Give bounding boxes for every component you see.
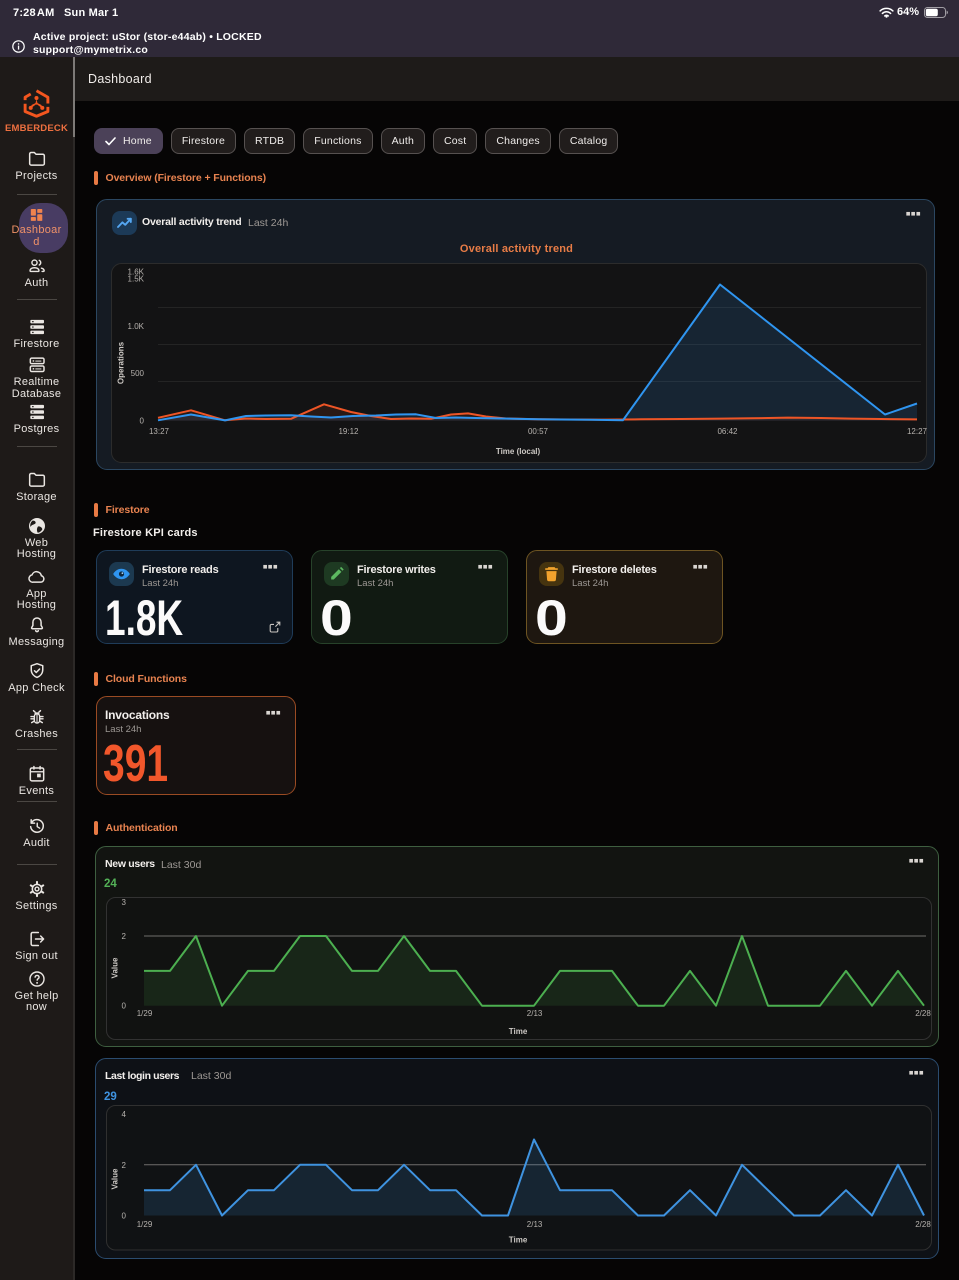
svg-text:2: 2 (122, 1160, 127, 1169)
svg-text:1.5K: 1.5K (128, 275, 145, 284)
svg-text:0: 0 (122, 1002, 127, 1011)
svg-text:3: 3 (122, 898, 127, 907)
svg-text:00:57: 00:57 (528, 427, 549, 436)
svg-text:1.0K: 1.0K (128, 322, 145, 331)
svg-text:12:27: 12:27 (907, 427, 928, 436)
svg-text:06:42: 06:42 (717, 427, 738, 436)
svg-text:1/29: 1/29 (137, 1009, 153, 1018)
svg-text:2: 2 (122, 932, 127, 941)
svg-text:500: 500 (131, 369, 145, 378)
svg-text:2/28: 2/28 (915, 1009, 931, 1018)
svg-text:0: 0 (122, 1211, 127, 1220)
svg-text:2/28: 2/28 (915, 1220, 931, 1229)
svg-text:1/29: 1/29 (137, 1220, 153, 1229)
svg-text:0: 0 (140, 417, 145, 426)
svg-text:19:12: 19:12 (338, 427, 359, 436)
svg-text:Time: Time (509, 1027, 528, 1036)
svg-text:4: 4 (122, 1110, 127, 1119)
svg-text:13:27: 13:27 (149, 427, 170, 436)
svg-text:Value: Value (111, 957, 120, 978)
svg-text:2/13: 2/13 (527, 1009, 543, 1018)
svg-text:2/13: 2/13 (527, 1220, 543, 1229)
svg-text:Operations: Operations (117, 341, 126, 384)
svg-text:Time (local): Time (local) (496, 447, 541, 456)
svg-text:Value: Value (111, 1168, 120, 1189)
svg-text:Time: Time (509, 1235, 528, 1244)
